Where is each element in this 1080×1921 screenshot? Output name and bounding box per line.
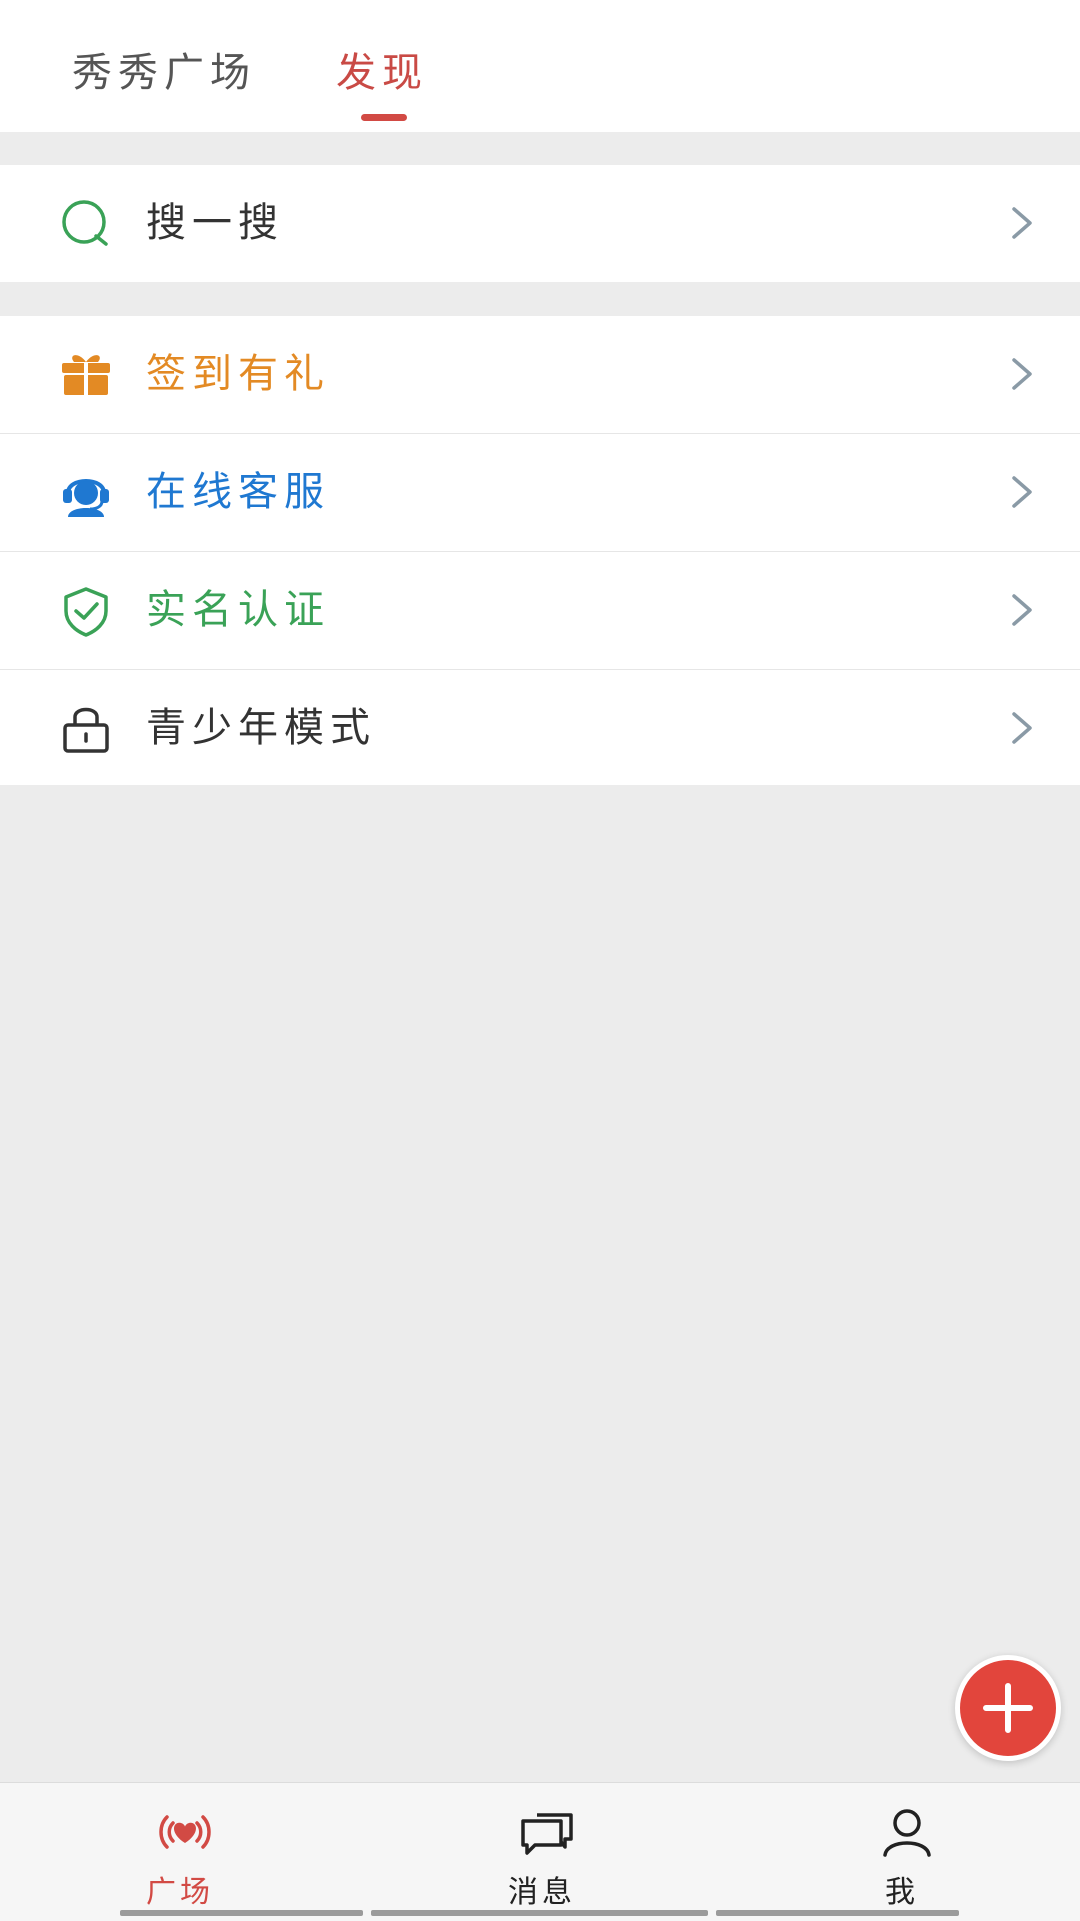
nav-label-me: 我 — [885, 1875, 919, 1910]
menu-row-real-name-verification[interactable]: 实名认证 — [0, 551, 1080, 669]
menu-row-teen-mode[interactable]: 青少年模式 — [0, 669, 1080, 787]
chevron-right-icon — [1012, 358, 1032, 390]
chevron-right-icon — [1012, 207, 1032, 239]
nav-underline-me — [716, 1910, 959, 1916]
chat-bubbles-icon — [521, 1813, 573, 1855]
add-post-button[interactable] — [955, 1655, 1061, 1761]
top-tab-bar: 秀秀广场 发现 — [0, 0, 1080, 132]
menu-row-checkin-gift[interactable]: 签到有礼 — [0, 316, 1080, 433]
lock-icon — [63, 707, 109, 753]
gift-icon — [62, 355, 110, 395]
nav-label-messages: 消息 — [508, 1875, 576, 1910]
nav-item-me[interactable]: 我 — [802, 1783, 1002, 1913]
customer-service-icon — [63, 479, 109, 517]
menu-row-label: 在线客服 — [146, 469, 330, 515]
bottom-nav-bar: 广场 消息 我 — [0, 1782, 1080, 1921]
active-tab-indicator — [361, 114, 407, 121]
tab-xiuxiu-plaza[interactable]: 秀秀广场 — [72, 40, 256, 98]
nav-item-messages[interactable]: 消息 — [442, 1783, 642, 1913]
menu-row-label: 签到有礼 — [146, 351, 330, 397]
menu-row-label: 青少年模式 — [146, 705, 376, 751]
discover-menu: 签到有礼 在线客服 实名认证 青少年模式 — [0, 316, 1080, 785]
menu-row-label: 实名认证 — [146, 587, 330, 633]
chevron-right-icon — [1012, 476, 1032, 508]
nav-label-plaza: 广场 — [146, 1875, 214, 1910]
user-icon — [883, 1809, 931, 1857]
search-icon — [62, 200, 108, 246]
nav-underline-messages — [371, 1910, 708, 1916]
chevron-right-icon — [1012, 594, 1032, 626]
shield-check-icon — [64, 587, 108, 637]
nav-item-plaza[interactable]: 广场 — [80, 1783, 280, 1913]
broadcast-heart-icon — [159, 1815, 211, 1849]
search-label: 搜一搜 — [146, 200, 284, 246]
search-row[interactable]: 搜一搜 — [0, 165, 1080, 282]
plus-icon — [983, 1683, 1033, 1733]
tab-discover[interactable]: 发现 — [336, 40, 428, 98]
menu-row-customer-service[interactable]: 在线客服 — [0, 433, 1080, 551]
search-section: 搜一搜 — [0, 165, 1080, 282]
nav-underline-plaza — [120, 1910, 363, 1916]
chevron-right-icon — [1012, 712, 1032, 744]
